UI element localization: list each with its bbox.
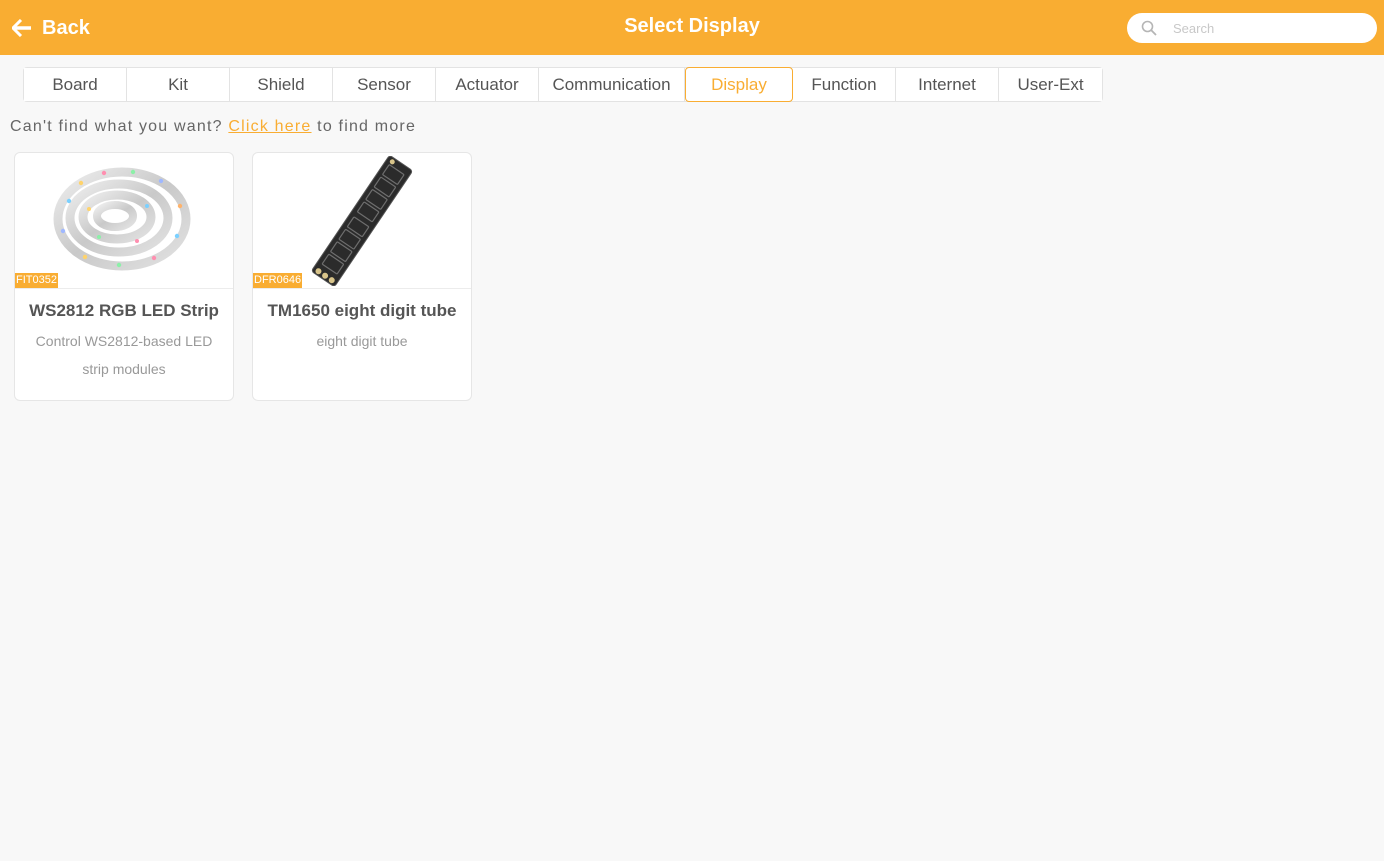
card-image-area: FIT0352 bbox=[15, 153, 233, 289]
tab-function[interactable]: Function bbox=[793, 68, 896, 101]
product-card-led-strip[interactable]: FIT0352 WS2812 RGB LED Strip Control WS2… bbox=[14, 152, 234, 401]
tab-board[interactable]: Board bbox=[24, 68, 127, 101]
category-tabs: Board Kit Shield Sensor Actuator Communi… bbox=[23, 67, 1103, 102]
tab-kit[interactable]: Kit bbox=[127, 68, 230, 101]
product-card-digit-tube[interactable]: DFR0646 TM1650 eight digit tube eight di… bbox=[252, 152, 472, 401]
tab-display[interactable]: Display bbox=[685, 67, 793, 102]
tab-actuator[interactable]: Actuator bbox=[436, 68, 539, 101]
sku-badge: FIT0352 bbox=[15, 273, 58, 288]
card-description: Control WS2812-based LED strip modules bbox=[35, 333, 213, 377]
card-title: TM1650 eight digit tube bbox=[267, 301, 457, 320]
card-description: eight digit tube bbox=[316, 333, 408, 349]
hint-suffix: to find more bbox=[317, 118, 417, 135]
search-input[interactable] bbox=[1171, 19, 1355, 37]
tab-communication[interactable]: Communication bbox=[539, 68, 685, 101]
sku-badge: DFR0646 bbox=[253, 273, 303, 288]
led-strip-image bbox=[53, 167, 191, 270]
top-bar: Back Select Display bbox=[0, 0, 1384, 55]
eight-digit-tube-image bbox=[311, 155, 413, 286]
tab-user-ext[interactable]: User-Ext bbox=[999, 68, 1102, 101]
hint-prefix: Can't find what you want? bbox=[10, 118, 223, 135]
card-image-area: DFR0646 bbox=[253, 153, 471, 289]
search-icon bbox=[1141, 20, 1157, 36]
search-box bbox=[1127, 13, 1377, 43]
tab-shield[interactable]: Shield bbox=[230, 68, 333, 101]
tab-internet[interactable]: Internet bbox=[896, 68, 999, 101]
tab-sensor[interactable]: Sensor bbox=[333, 68, 436, 101]
find-more-hint: Can't find what you want? Click here to … bbox=[10, 118, 416, 136]
card-title: WS2812 RGB LED Strip bbox=[29, 301, 219, 320]
click-here-link[interactable]: Click here bbox=[228, 118, 311, 135]
